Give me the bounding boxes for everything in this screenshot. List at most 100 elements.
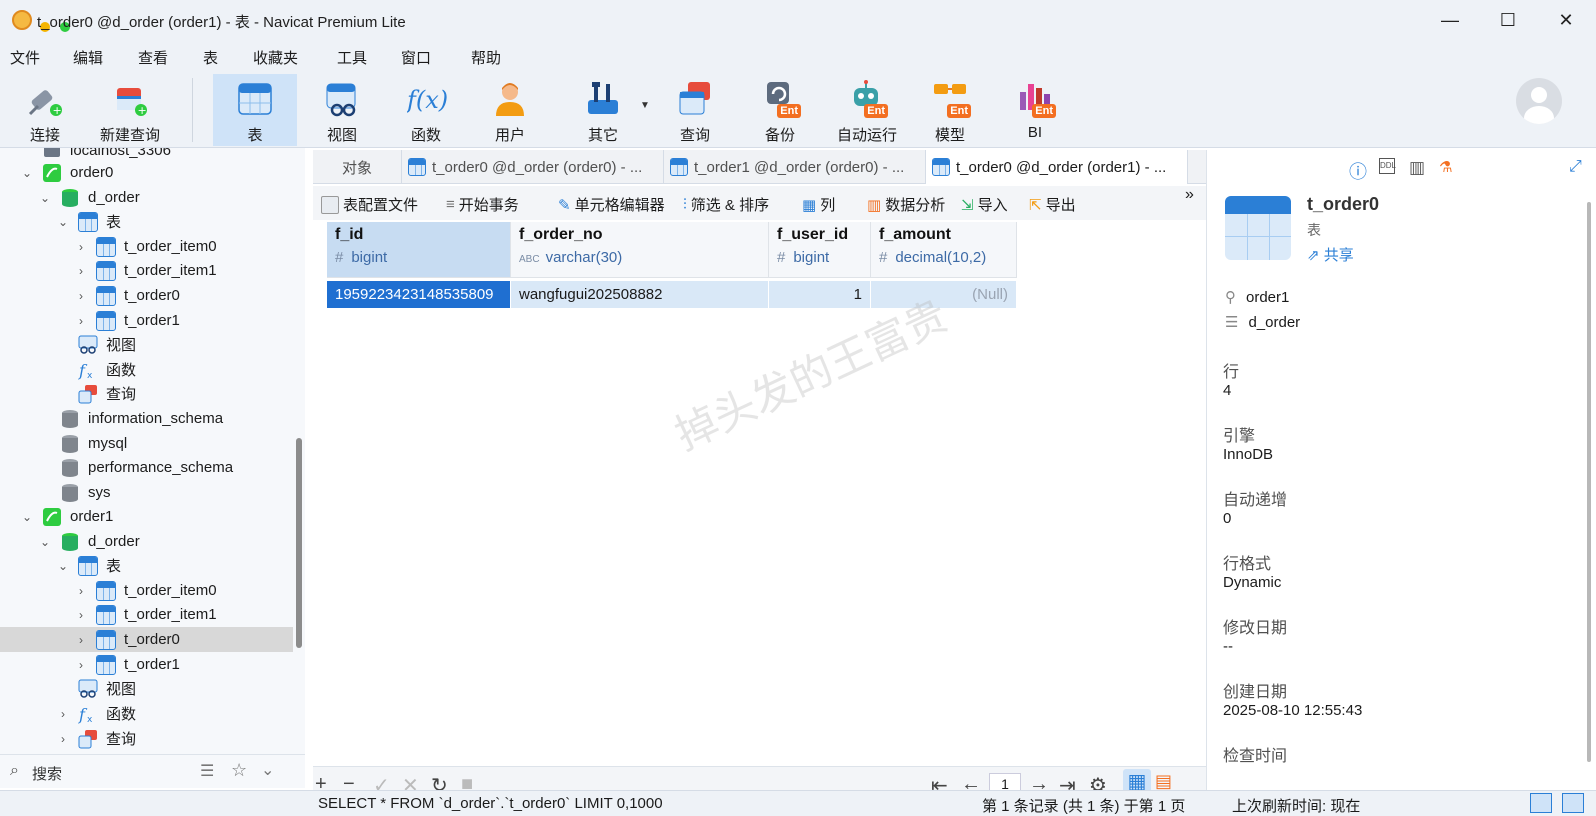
tree-database-item[interactable]: sys <box>0 480 293 505</box>
chevron-right-icon[interactable]: › <box>76 264 86 278</box>
tree-database-d-order[interactable]: ⌄ d_order <box>0 185 293 210</box>
filter-sort-button[interactable]: ⫶ 筛选 & 排序 <box>683 194 769 215</box>
tree-table-item[interactable]: › t_order_item1 <box>0 258 293 283</box>
tree-table-item[interactable]: › t_order1 <box>0 652 293 677</box>
tree-tables-folder[interactable]: ⌄ 表 <box>0 553 293 578</box>
maximize-button[interactable]: ☐ <box>1488 8 1528 32</box>
tree-functions-folder[interactable]: › fx 函数 <box>0 701 293 726</box>
tree-queries-folder[interactable]: 查询 <box>0 381 293 406</box>
info-icon[interactable]: ⓘ <box>1349 158 1369 182</box>
auto-run-button[interactable]: Ent 自动运行 <box>832 74 902 146</box>
collapse-icon[interactable]: ⌄ <box>261 760 274 780</box>
model-button[interactable]: Ent 模型 <box>920 74 980 146</box>
toggle-left-panel-icon[interactable] <box>1530 793 1552 813</box>
tree-table-item[interactable]: › t_order0 <box>0 283 293 308</box>
view-button[interactable]: 视图 <box>312 74 372 146</box>
chevron-right-icon[interactable]: › <box>76 240 86 254</box>
tree-table-item[interactable]: › t_order_item0 <box>0 578 293 603</box>
tree-connection-order0[interactable]: ⌄ order0 <box>0 160 293 185</box>
new-query-button[interactable]: + 新建查询 <box>98 74 162 146</box>
menu-window[interactable]: 窗口 <box>401 47 431 68</box>
tree-table-item[interactable]: › t_order_item1 <box>0 602 293 627</box>
tree-table-item[interactable]: › t_order_item0 <box>0 234 293 259</box>
table-button[interactable]: 表 <box>213 74 297 146</box>
function-button[interactable]: f(x) 函数 <box>396 74 456 146</box>
tree-connection-order1[interactable]: ⌄ order1 <box>0 504 293 529</box>
expand-panel-icon[interactable]: ⤢ <box>1569 158 1589 178</box>
menu-tools[interactable]: 工具 <box>337 47 367 68</box>
chevron-right-icon[interactable]: › <box>76 608 86 622</box>
data-analysis-button[interactable]: ▥ 数据分析 <box>867 194 945 215</box>
sidebar-scrollbar[interactable] <box>296 438 302 648</box>
tree-database-item[interactable]: performance_schema <box>0 455 293 480</box>
tree-tables-folder[interactable]: ⌄ 表 <box>0 209 293 234</box>
close-button[interactable]: ✕ <box>1546 8 1586 32</box>
query-button[interactable]: 查询 <box>665 74 725 146</box>
ddl-icon[interactable]: DDL <box>1379 158 1396 174</box>
user-button[interactable]: 用户 <box>480 74 540 146</box>
chevron-right-icon[interactable]: › <box>76 633 86 647</box>
chevron-right-icon[interactable]: › <box>76 314 86 328</box>
column-header-f-order-no[interactable]: f_order_no ABC varchar(30) <box>511 222 769 278</box>
minimize-button[interactable]: — <box>1430 8 1470 32</box>
tree-queries-folder[interactable]: › 查询 <box>0 726 293 751</box>
chevron-right-icon[interactable]: › <box>76 658 86 672</box>
menu-favorites[interactable]: 收藏夹 <box>253 47 298 68</box>
other-dropdown-arrow-icon[interactable]: ▼ <box>640 100 650 111</box>
connect-button[interactable]: + 连接 <box>18 74 72 146</box>
tree-database-d-order[interactable]: ⌄ d_order <box>0 529 293 554</box>
backup-button[interactable]: Ent 备份 <box>750 74 810 146</box>
table-config-button[interactable]: 表配置文件 <box>321 194 418 215</box>
chevron-right-icon[interactable]: › <box>58 732 68 746</box>
export-button[interactable]: ⇱ 导出 <box>1029 194 1076 215</box>
chevron-down-icon[interactable]: ⌄ <box>40 535 50 549</box>
table-cell-f-id[interactable]: 1959223423148535809 <box>327 281 511 308</box>
filter-icon[interactable]: ☰ <box>200 761 214 781</box>
chevron-down-icon[interactable]: ⌄ <box>22 166 32 180</box>
column-header-f-amount[interactable]: f_amount # decimal(10,2) <box>871 222 1017 278</box>
tree-functions-folder[interactable]: fx 函数 <box>0 357 293 382</box>
toggle-right-panel-icon[interactable] <box>1562 793 1584 813</box>
menu-view[interactable]: 查看 <box>138 47 168 68</box>
tree-database-item[interactable]: mysql <box>0 431 293 456</box>
column-header-f-user-id[interactable]: f_user_id # bigint <box>769 222 871 278</box>
menu-table[interactable]: 表 <box>203 47 218 68</box>
chevron-down-icon[interactable]: ⌄ <box>40 191 50 205</box>
begin-transaction-button[interactable]: ≡ 开始事务 <box>446 194 519 215</box>
chevron-down-icon[interactable]: ⌄ <box>22 510 32 524</box>
tab-t-order1-order0[interactable]: t_order1 @d_order (order0) - ... <box>664 150 926 184</box>
import-button[interactable]: ⇲ 导入 <box>961 194 1008 215</box>
column-header-f-id[interactable]: f_id # bigint <box>327 222 511 278</box>
menu-edit[interactable]: 编辑 <box>73 47 103 68</box>
menu-file[interactable]: 文件 <box>10 47 40 68</box>
menu-help[interactable]: 帮助 <box>471 47 501 68</box>
tree-database-item[interactable]: information_schema <box>0 406 293 431</box>
share-button[interactable]: ⇗ 共享 <box>1307 244 1354 265</box>
table-cell-f-user-id[interactable]: 1 <box>769 281 871 308</box>
other-button[interactable]: 其它 <box>573 74 633 146</box>
tree-views-folder[interactable]: 视图 <box>0 332 293 357</box>
tree-views-folder[interactable]: 视图 <box>0 676 293 701</box>
tree-table-item[interactable]: › t_order1 <box>0 308 293 333</box>
tab-t-order0-order1[interactable]: t_order0 @d_order (order1) - ... <box>926 150 1188 184</box>
form-view-icon[interactable]: ▤ <box>1155 771 1172 792</box>
tab-t-order0-order0[interactable]: t_order0 @d_order (order0) - ... <box>402 150 664 184</box>
user-avatar[interactable] <box>1516 78 1562 124</box>
more-toolbar-icon[interactable]: » <box>1185 186 1194 204</box>
info-panel-scrollbar[interactable] <box>1587 202 1591 762</box>
dependency-icon[interactable]: ⚗ <box>1439 158 1459 178</box>
chevron-right-icon[interactable]: › <box>76 289 86 303</box>
columns-button[interactable]: ▦ 列 <box>802 194 835 215</box>
chevron-down-icon[interactable]: ⌄ <box>58 559 68 573</box>
chevron-right-icon[interactable]: › <box>58 707 68 721</box>
chevron-right-icon[interactable]: › <box>76 584 86 598</box>
bi-button[interactable]: Ent BI <box>1005 74 1065 146</box>
cell-editor-button[interactable]: ✎ 单元格编辑器 <box>558 194 665 215</box>
star-icon[interactable]: ☆ <box>231 760 247 781</box>
search-input[interactable]: 搜索 <box>32 763 62 784</box>
tree-table-item-selected[interactable]: › t_order0 <box>0 627 293 652</box>
schema-icon[interactable]: ▥ <box>1409 158 1429 178</box>
chevron-down-icon[interactable]: ⌄ <box>58 215 68 229</box>
table-cell-f-order-no[interactable]: wangfugui202508882 <box>511 281 769 308</box>
tab-objects[interactable]: 对象 <box>313 150 402 184</box>
